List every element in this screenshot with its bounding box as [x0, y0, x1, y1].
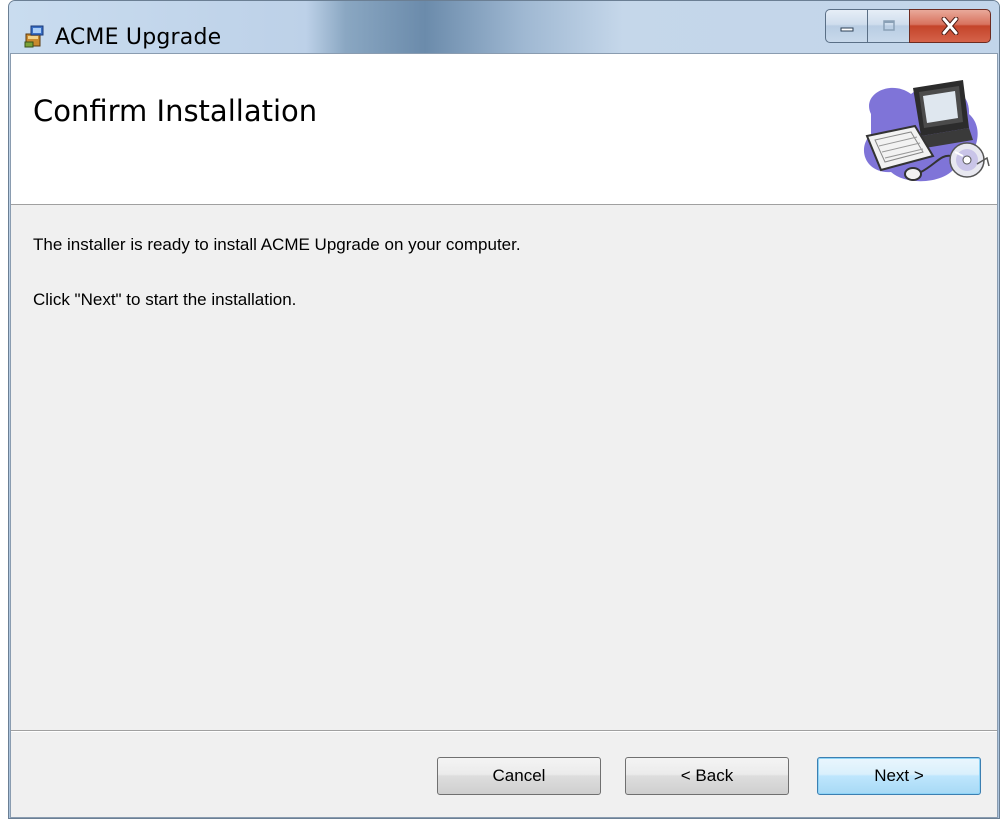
dialog-client-area: Confirm Installation The installer is re…	[10, 53, 998, 818]
header-banner: Confirm Installation	[11, 54, 997, 205]
installer-app-icon	[24, 25, 44, 48]
maximize-icon	[882, 20, 895, 31]
minimize-icon	[840, 27, 853, 32]
page-title: Confirm Installation	[33, 94, 318, 128]
maximize-button[interactable]	[867, 9, 909, 43]
installer-window: ACME Upgrade Confirm Installation The in…	[8, 0, 1000, 819]
back-button[interactable]: < Back	[625, 757, 789, 795]
window-title: ACME Upgrade	[55, 25, 222, 50]
computer-cd-icon	[863, 80, 990, 182]
next-instruction: Click "Next" to start the installation.	[33, 290, 297, 309]
cancel-button[interactable]: Cancel	[437, 757, 601, 795]
caption-buttons	[825, 9, 991, 45]
close-button[interactable]	[909, 9, 991, 43]
minimize-button[interactable]	[825, 9, 867, 43]
ready-message: The installer is ready to install ACME U…	[33, 235, 521, 254]
close-icon	[941, 17, 959, 35]
footer-divider	[11, 730, 997, 732]
next-button[interactable]: Next >	[817, 757, 981, 795]
